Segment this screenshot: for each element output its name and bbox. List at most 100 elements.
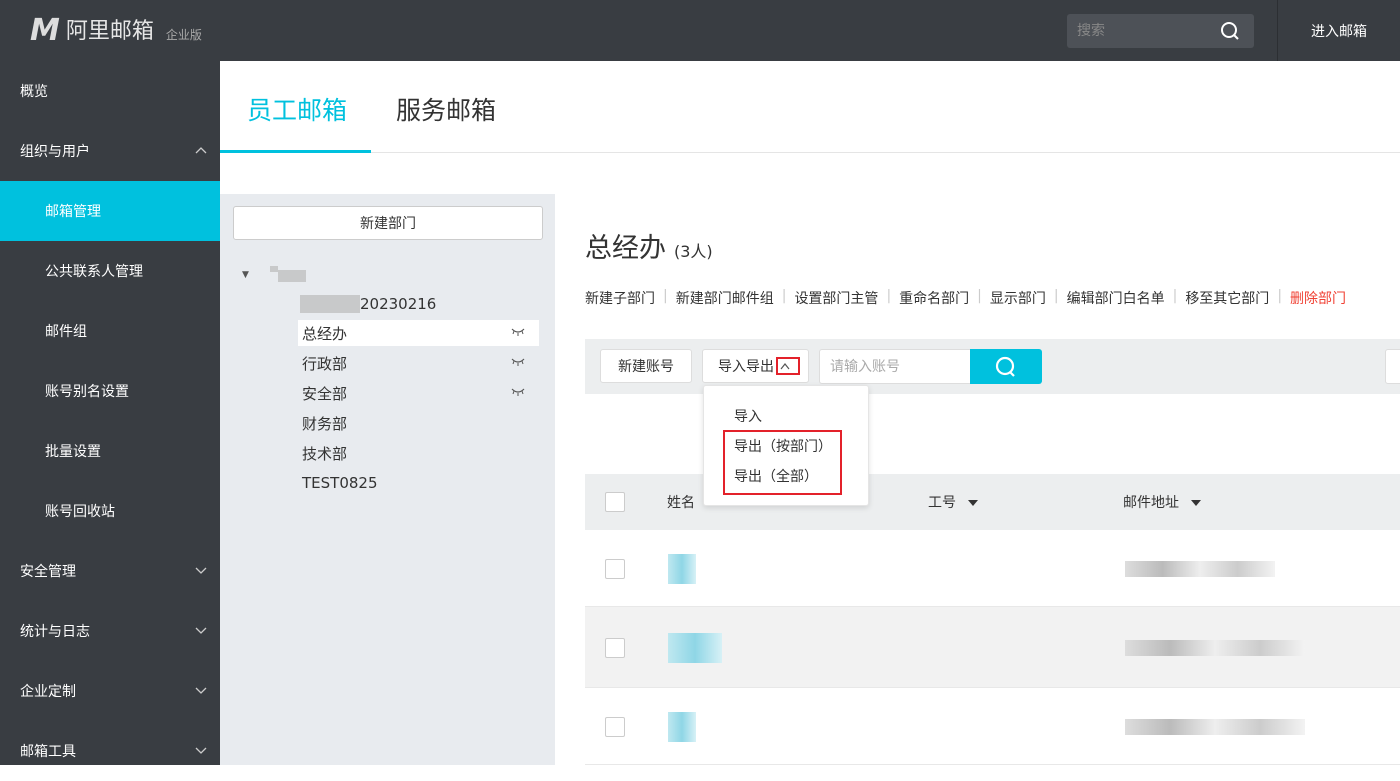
logo-mark: M (30, 13, 60, 48)
blurred-email (1125, 718, 1305, 735)
column-label: 邮件地址 (1123, 495, 1179, 511)
blurred-name (668, 553, 696, 584)
column-label: 工号 (928, 495, 956, 511)
logo-text: 阿里邮箱 (65, 19, 154, 44)
sidebar-item[interactable]: 邮箱工具 (0, 721, 220, 781)
sidebar-item-label: 账号回收站 (45, 504, 115, 520)
sort-caret-icon (1191, 500, 1201, 506)
column-email[interactable]: 邮件地址 (1123, 492, 1201, 512)
dept-action-link[interactable]: 新建部门邮件组 (676, 288, 774, 308)
search-icon[interactable] (1220, 21, 1240, 41)
dept-action-link[interactable]: 设置部门主管 (794, 288, 878, 308)
row-checkbox[interactable] (605, 716, 625, 737)
top-bar: M 阿里邮箱 企业版 进入邮箱 (0, 0, 1400, 61)
blurred-root-name (270, 266, 306, 282)
import-export-label: 导入导出 (718, 359, 774, 375)
sidebar-item[interactable]: 统计与日志 (0, 601, 220, 661)
node-label: TEST0825 (302, 474, 378, 492)
delete-department-link[interactable]: 删除部门 (1290, 288, 1346, 308)
menu-item-import[interactable]: 导入 (734, 406, 762, 426)
table-row[interactable] (585, 530, 1400, 607)
active-tab-indicator (220, 150, 371, 153)
tree-node[interactable]: 行政部 (298, 350, 539, 376)
separator: | (977, 288, 982, 304)
separator: | (1277, 288, 1283, 304)
tree-node[interactable]: TEST0825 (298, 470, 539, 496)
sidebar-item[interactable]: 企业定制 (0, 661, 220, 721)
chevron-down-icon (195, 687, 207, 694)
sidebar-item-label: 账号别名设置 (45, 384, 129, 400)
column-name[interactable]: 姓名 (667, 492, 695, 512)
tree-node-root-child[interactable]: 20230216 (300, 294, 436, 314)
chevron-down-icon (195, 567, 207, 574)
tab-service-mailbox[interactable]: 服务邮箱 (396, 91, 496, 127)
sidebar-item[interactable]: 批量设置 (0, 421, 220, 481)
table-row[interactable] (585, 688, 1400, 765)
chevron-down-icon (195, 627, 207, 634)
table-row[interactable] (585, 607, 1400, 688)
separator: | (663, 288, 668, 304)
sidebar-item[interactable]: 邮件组 (0, 301, 220, 361)
highlight-box-export (723, 430, 842, 495)
new-department-button[interactable]: 新建部门 (233, 206, 543, 240)
account-search-button[interactable] (970, 349, 1042, 384)
sidebar-item[interactable]: 概览 (0, 61, 220, 121)
dept-action-link[interactable]: 移至其它部门 (1185, 288, 1269, 308)
logo: M 阿里邮箱 企业版 (30, 16, 202, 46)
sidebar-item-label: 邮件组 (45, 324, 87, 340)
highlight-box-chevron (776, 357, 800, 375)
row-checkbox[interactable] (605, 558, 625, 579)
row-checkbox[interactable] (605, 637, 625, 658)
tree-node[interactable]: 财务部 (298, 410, 539, 436)
eye-closed-icon (511, 358, 525, 366)
sidebar-item-label: 企业定制 (20, 684, 76, 700)
node-label: 安全部 (302, 384, 348, 403)
sidebar-item-label: 统计与日志 (20, 624, 90, 640)
select-all-checkbox[interactable] (605, 492, 625, 512)
search-icon (995, 356, 1015, 377)
eye-closed-icon (511, 388, 525, 396)
blurred-email (1125, 560, 1275, 577)
enter-mail-button[interactable]: 进入邮箱 (1277, 0, 1400, 61)
department-tree: 新建部门 ▼ 20230216 总经办行政部安全部财务部技术部 TEST0825 (220, 194, 555, 765)
global-search (1067, 14, 1254, 48)
node-label: 财务部 (302, 414, 348, 433)
sidebar: 概览组织与用户邮箱管理公共联系人管理 邮件组账号别名设置批量设置账号回收站安全管理… (0, 61, 220, 765)
mailbox-tabs: 员工邮箱 服务邮箱 (220, 61, 1400, 153)
sidebar-item[interactable]: 安全管理 (0, 541, 220, 601)
node-label: 20230216 (360, 295, 437, 313)
column-employee-id[interactable]: 工号 (928, 492, 978, 512)
blurred-name (668, 711, 696, 742)
node-label: 技术部 (302, 444, 348, 463)
sidebar-item[interactable]: 账号别名设置 (0, 361, 220, 421)
sidebar-item[interactable]: 账号回收站 (0, 481, 220, 541)
sidebar-item-label: 邮箱工具 (20, 744, 76, 760)
chevron-down-icon (195, 747, 207, 754)
dept-action-link[interactable]: 编辑部门白名单 (1067, 288, 1165, 308)
sidebar-item-label: 邮箱管理 (45, 204, 101, 220)
dept-action-link[interactable]: 显示部门 (990, 288, 1046, 308)
dept-action-link[interactable]: 重命名部门 (899, 288, 969, 308)
blurred-name (668, 632, 722, 663)
tree-node[interactable]: 安全部 (298, 380, 539, 406)
account-search-input[interactable] (819, 349, 971, 384)
toolbar-right-control[interactable] (1385, 349, 1400, 384)
dept-action-link[interactable]: 新建子部门 (585, 288, 655, 308)
sidebar-item[interactable]: 组织与用户 (0, 121, 220, 181)
sidebar-item[interactable]: 公共联系人管理 (0, 241, 220, 301)
separator: | (1053, 288, 1059, 304)
sidebar-item-label: 组织与用户 (20, 144, 90, 160)
global-search-input[interactable] (1067, 14, 1207, 48)
sidebar-item-label: 概览 (20, 84, 48, 100)
import-export-menu: 导入 导出（按部门） 导出（全部） (703, 385, 869, 506)
node-label: 行政部 (302, 354, 348, 373)
sidebar-item[interactable]: 邮箱管理 (0, 181, 220, 241)
chevron-up-icon (195, 147, 207, 154)
sidebar-item-label: 公共联系人管理 (45, 264, 143, 280)
sort-caret-icon (968, 500, 978, 506)
tree-node[interactable]: 总经办 (298, 320, 539, 346)
tree-collapse-icon[interactable]: ▼ (242, 270, 249, 280)
new-account-button[interactable]: 新建账号 (600, 349, 692, 383)
tree-node[interactable]: 技术部 (298, 440, 539, 466)
tab-staff-mailbox[interactable]: 员工邮箱 (247, 91, 347, 127)
